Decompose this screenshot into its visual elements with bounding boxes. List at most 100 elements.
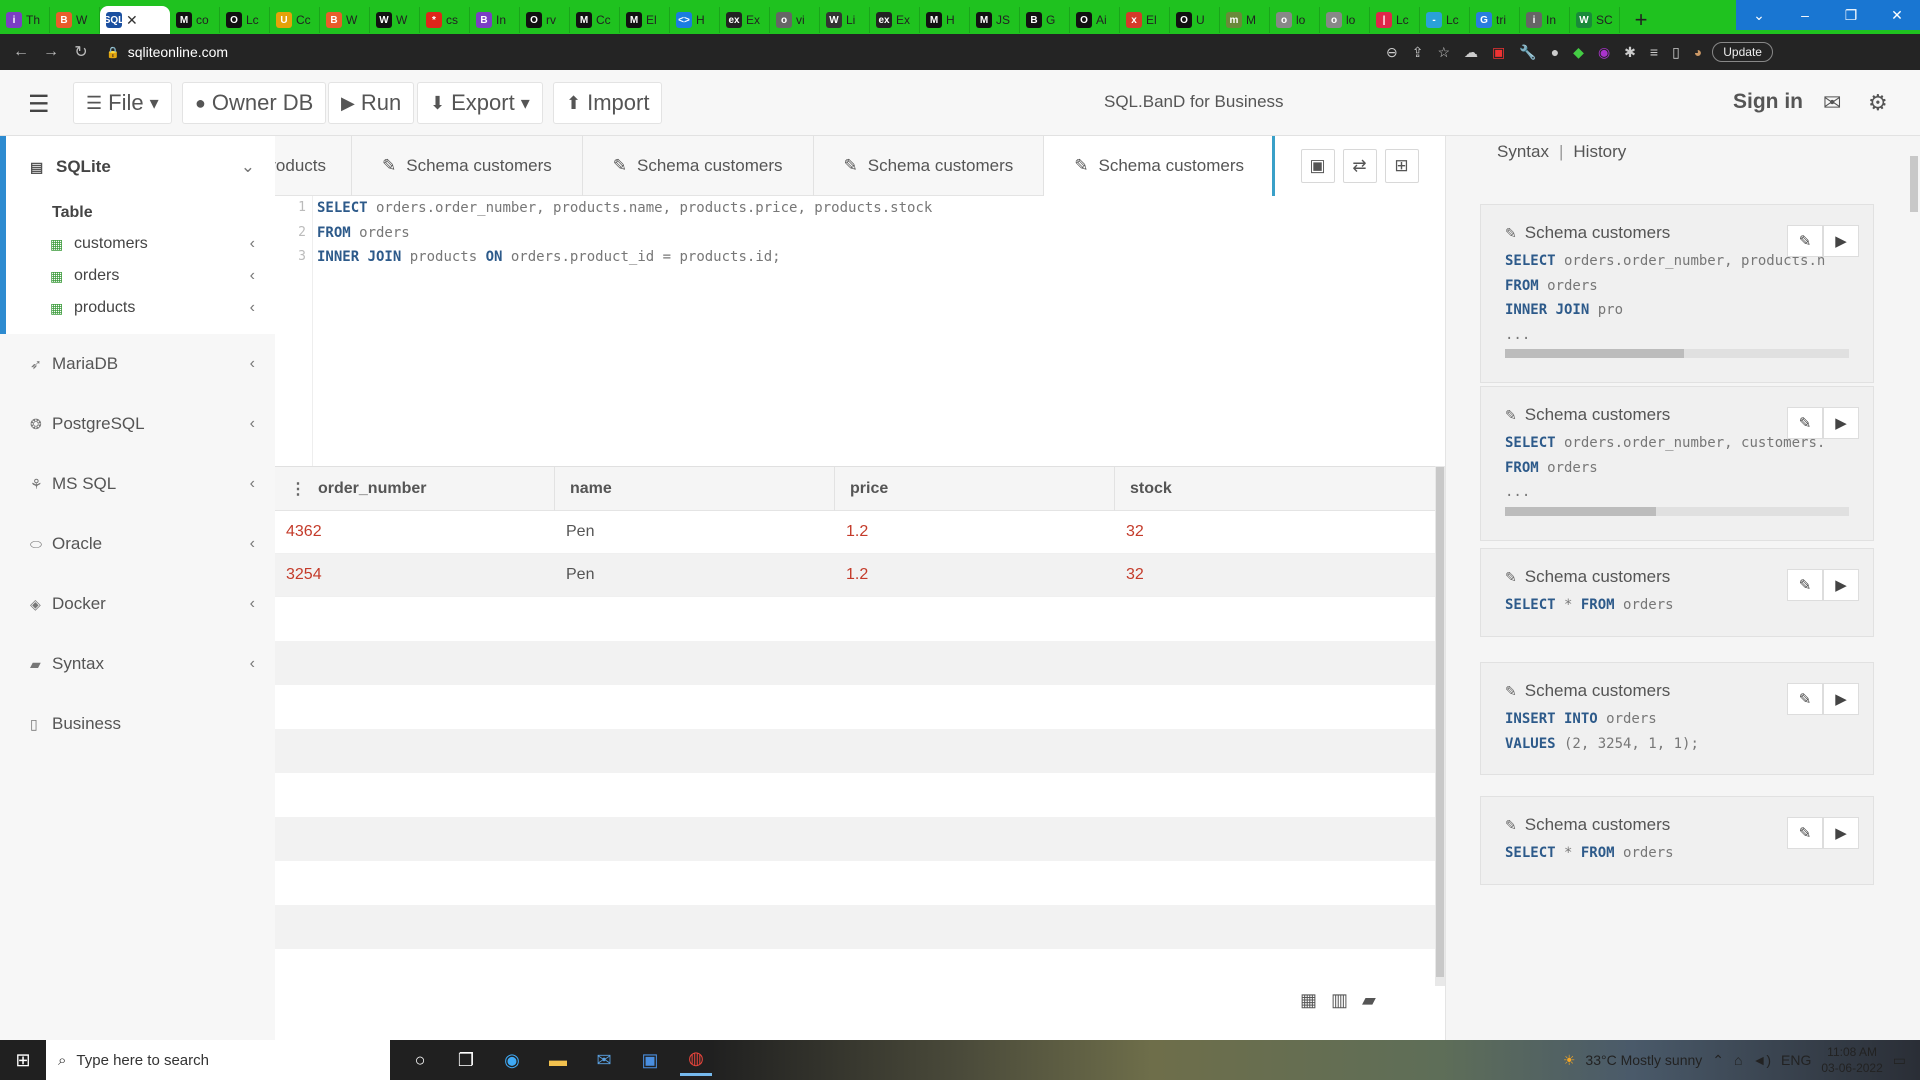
browser-tab[interactable]: BW [50,7,100,33]
restore-button[interactable]: ❐ [1828,0,1874,30]
notes-view-icon[interactable]: ▰ [1362,990,1376,1011]
column-header-stock[interactable]: stock [1115,467,1435,511]
browser-tab[interactable]: i In [1520,7,1570,33]
browser-tab[interactable]: <> H [670,7,720,33]
scrollbar-thumb[interactable] [1436,467,1444,977]
tab-syntax[interactable]: Syntax [1497,142,1549,161]
mail-icon[interactable]: ✉ [1823,90,1841,116]
run-query-icon[interactable]: ▶ [1823,407,1859,439]
minimize-button[interactable]: – [1782,0,1828,30]
history-card[interactable]: ✎ Schema customers ✎ ▶ SELECT * FROM orders [1480,548,1874,637]
browser-tab[interactable]: OU [1170,7,1220,33]
new-tab-button[interactable]: + [1626,7,1656,33]
edit-query-icon[interactable]: ✎ [1787,683,1823,715]
sign-in-button[interactable]: Sign in [1733,90,1803,114]
browser-tab[interactable]: B In [470,7,520,33]
sql-editor[interactable]: 1 2 3 SELECT orders.order_number, produc… [275,196,1445,466]
browser-tab[interactable]: - Lc [1420,7,1470,33]
sidebar-item-oracle[interactable]: ⬭ Oracle ‹ [0,514,275,574]
browser-tab[interactable]: MH [920,7,970,33]
cortana-icon[interactable]: ○ [404,1044,436,1076]
cell-stock[interactable]: 32 [1115,566,1435,584]
browser-tab[interactable]: WW [370,7,420,33]
browser-tab[interactable]: M JS [970,7,1020,33]
tab-search-button[interactable]: ⌄ [1736,0,1782,30]
browser-tab[interactable]: mM [1220,7,1270,33]
browser-tab[interactable]: ex Ex [720,7,770,33]
scrollbar-thumb[interactable] [1505,349,1684,358]
puzzle-icon[interactable]: ✱ [1624,44,1636,61]
share-icon[interactable]: ⇪ [1412,44,1424,61]
browser-tab[interactable]: x El [1120,7,1170,33]
extension-icon[interactable]: ▣ [1492,44,1505,61]
browser-tab[interactable]: o lo [1320,7,1370,33]
cell-name[interactable]: Pen [555,566,835,584]
network-icon[interactable]: ⌂ [1734,1052,1742,1068]
browser-tab[interactable]: i Th [0,7,50,33]
close-window-button[interactable]: ✕ [1874,0,1920,30]
gear-icon[interactable]: ⚙ [1868,90,1888,116]
run-button[interactable]: ▶ Run [328,82,415,124]
sidebar-item-mssql[interactable]: ⚘ MS SQL ‹ [0,454,275,514]
column-header-name[interactable]: name [555,467,835,511]
extension-icon[interactable]: ◆ [1573,44,1584,61]
add-tab-icon[interactable]: ⊞ [1384,149,1419,183]
edit-query-icon[interactable]: ✎ [1787,407,1823,439]
browser-tab[interactable]: * cs [420,7,470,33]
history-card[interactable]: ✎ Schema customers ✎ ▶ SELECT orders.order_n… [1480,386,1874,541]
edit-query-icon[interactable]: ✎ [1787,569,1823,601]
forward-icon[interactable]: → [36,43,66,61]
owner-db-button[interactable]: ● Owner DB [182,82,327,124]
close-tab-icon[interactable]: ✕ [126,12,138,29]
tab-schema-customers[interactable]: ✎ Schema customers [583,136,814,196]
cell-stock[interactable]: 32 [1115,523,1435,541]
browser-tab[interactable]: SQL ✕ [100,6,170,34]
file-menu-button[interactable]: ☰ File ▾ [73,82,172,124]
grid-view-icon[interactable]: ▦ [1300,990,1317,1011]
sidebar-item-postgresql[interactable]: ❂ PostgreSQL ‹ [0,394,275,454]
avatar[interactable]: ◕ [1694,44,1702,60]
menu-icon[interactable]: ☰ [28,90,50,119]
language-indicator[interactable]: ENG [1781,1052,1811,1068]
run-query-icon[interactable]: ▶ [1823,683,1859,715]
browser-tab[interactable]: ex Ex [870,7,920,33]
reading-list-icon[interactable]: ≡ [1650,44,1658,60]
tab-schema-customers[interactable]: ✎ Schema customers [814,136,1045,196]
edit-query-icon[interactable]: ✎ [1787,817,1823,849]
windows-start-icon[interactable]: ⊞ [0,1040,46,1080]
browser-tab[interactable]: W Li [820,7,870,33]
cell-price[interactable]: 1.2 [835,523,1115,541]
code-content[interactable]: SELECT orders.order_number, products.nam… [317,196,1445,270]
tab-schema-customers-active[interactable]: ✎ Schema customers [1044,136,1275,196]
bookmark-star-icon[interactable]: ☆ [1437,44,1450,61]
volume-icon[interactable]: ◄) [1753,1052,1772,1068]
history-card[interactable]: ✎ Schema customers ✎ ▶ SELECT orders.order_n… [1480,204,1874,383]
browser-tab[interactable]: Orv [520,7,570,33]
browser-tab[interactable]: U Cc [270,7,320,33]
table-item-products[interactable]: ▦ products ‹ [6,292,275,324]
extension-icon[interactable]: ☁ [1464,44,1478,61]
zoom-icon[interactable]: ⊖ [1386,44,1398,61]
chart-view-icon[interactable]: ▥ [1331,990,1348,1011]
scrollbar-thumb[interactable] [1505,506,1657,516]
browser-tab[interactable]: W SC [1570,7,1620,33]
table-row[interactable]: 3254 Pen 1.2 32 [275,554,1435,597]
browser-tab[interactable]: BG [1020,7,1070,33]
history-card[interactable]: ✎ Schema customers ✎ ▶ SELECT * FROM orders [1480,796,1874,885]
reload-icon[interactable]: ↻ [66,42,96,62]
browser-tab[interactable]: M El [620,7,670,33]
results-scrollbar[interactable] [1435,466,1445,986]
export-button[interactable]: ⬇ Export ▾ [417,82,543,124]
cell-price[interactable]: 1.2 [835,566,1115,584]
cell-order-number[interactable]: 3254 [275,566,555,584]
sqlite-header[interactable]: ▤ SQLite ⌄ [6,136,275,198]
refresh-icon[interactable]: ⇄ [1342,149,1377,183]
column-menu-icon[interactable]: ⋮ [290,479,306,499]
tab-schema-customers[interactable]: ✎ Schema customers [352,136,583,196]
table-item-customers[interactable]: ▦ customers ‹ [6,228,275,260]
history-scrollbar[interactable] [1505,349,1849,358]
table-item-orders[interactable]: ▦ orders ‹ [6,260,275,292]
browser-tab[interactable]: | Lc [1370,7,1420,33]
address-bar[interactable]: 🔒 sqliteonline.com [106,44,1386,60]
history-card[interactable]: ✎ Schema customers ✎ ▶ INSERT INTO orders VAL… [1480,662,1874,775]
